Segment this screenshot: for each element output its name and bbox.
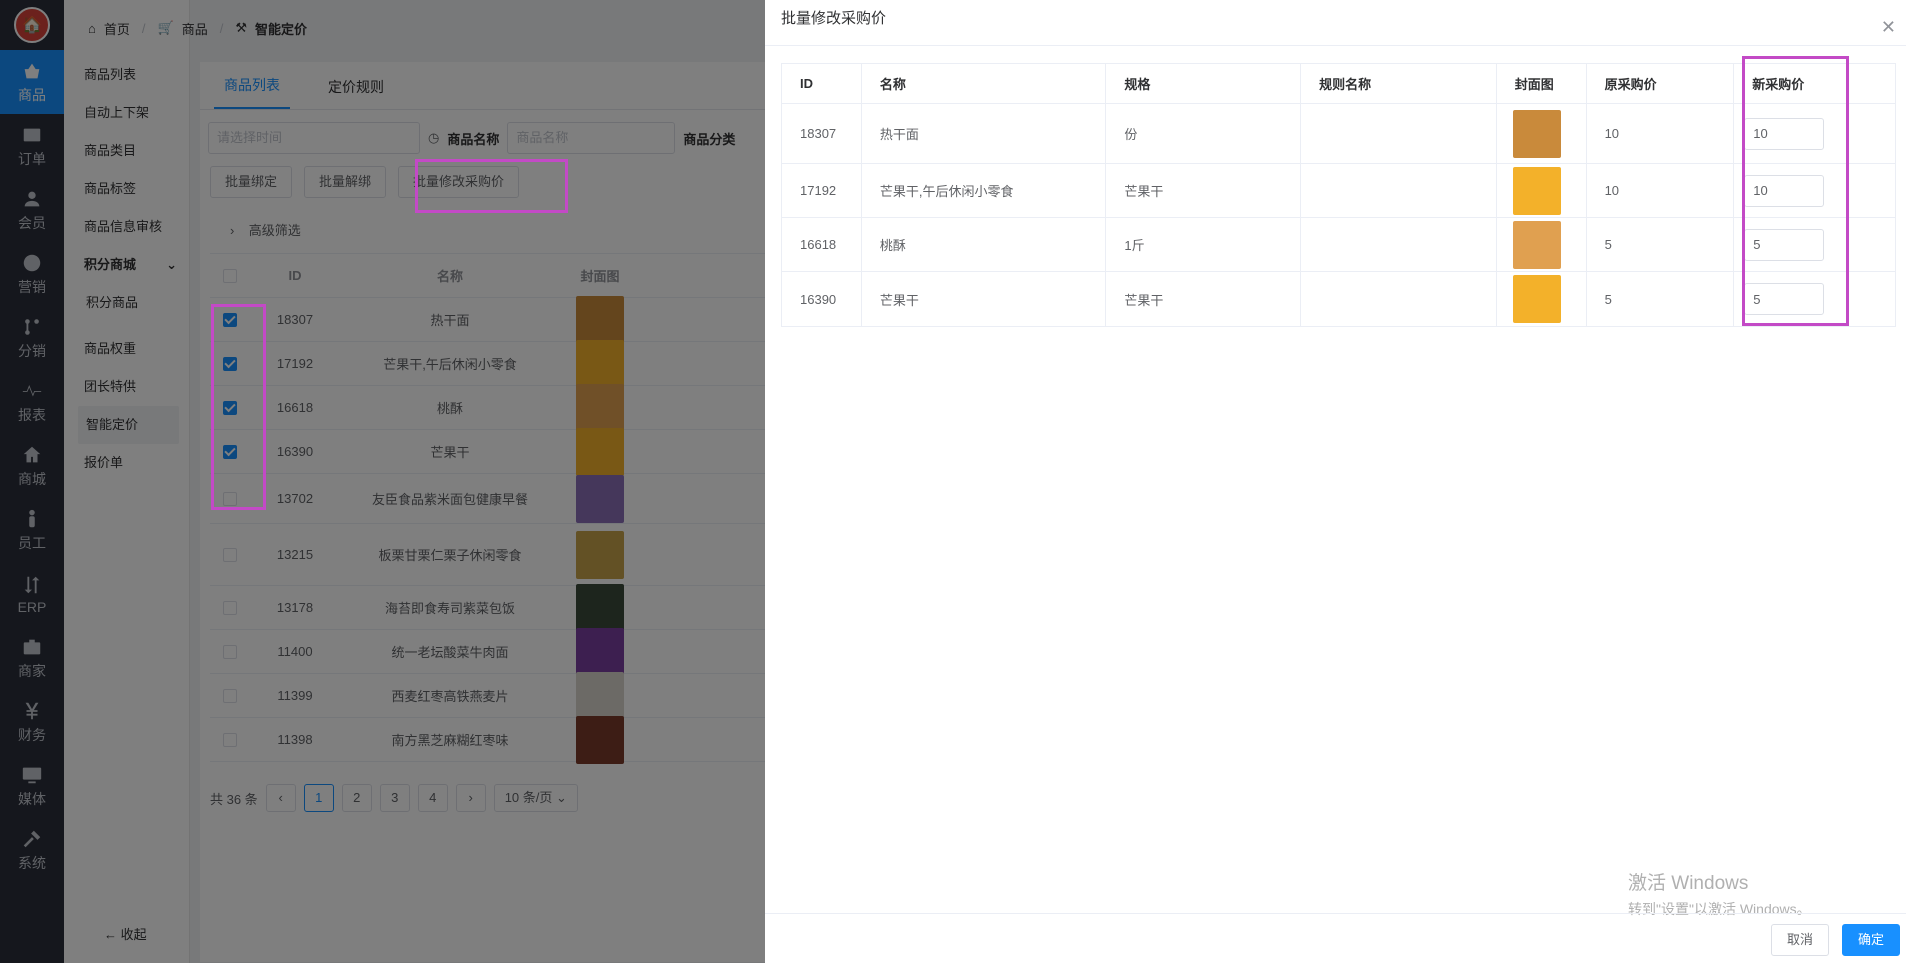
close-icon[interactable]: ✕ xyxy=(1881,8,1896,46)
drawer-title: 批量修改采购价 xyxy=(781,10,887,27)
price-row: 18307 热干面份 10 xyxy=(782,104,1895,164)
row-name: 热干面 xyxy=(862,104,1107,163)
product-thumbnail xyxy=(1512,220,1561,269)
row-id: 16390 xyxy=(782,272,862,326)
row-id: 18307 xyxy=(782,104,862,163)
cancel-button[interactable]: 取消 xyxy=(1771,924,1830,956)
col-cover: 封面图 xyxy=(1497,64,1587,103)
row-spec: 芒果干 xyxy=(1106,272,1302,326)
row-name: 芒果干,午后休闲小零食 xyxy=(862,164,1107,217)
highlight-new-price-column xyxy=(1742,56,1849,326)
product-thumbnail xyxy=(1512,166,1561,215)
row-rule-name xyxy=(1301,218,1497,271)
row-original-price: 10 xyxy=(1587,164,1735,217)
col-name: 名称 xyxy=(862,64,1107,103)
product-thumbnail xyxy=(1512,109,1561,158)
row-spec: 1斤 xyxy=(1106,218,1302,271)
product-thumbnail xyxy=(1512,275,1561,323)
row-id: 17192 xyxy=(782,164,862,217)
col-rule-name: 规则名称 xyxy=(1301,64,1497,103)
price-row: 16618 桃酥 1斤 5 xyxy=(782,218,1895,272)
highlight-batch-edit-button xyxy=(415,159,568,213)
row-rule-name xyxy=(1301,272,1497,326)
row-rule-name xyxy=(1301,104,1497,163)
drawer-footer: 取消 确定 xyxy=(765,913,1906,963)
row-original-price: 10 xyxy=(1587,104,1735,163)
row-original-price: 5 xyxy=(1587,218,1735,271)
confirm-button[interactable]: 确定 xyxy=(1842,924,1901,956)
row-name: 桃酥 xyxy=(862,218,1107,271)
price-row: 16390 芒果干 芒果干 5 xyxy=(782,272,1895,326)
row-spec: 芒果干 xyxy=(1106,164,1302,217)
batch-edit-price-drawer: 批量修改采购价 ✕ ID 名称 规格 规则名称 封面图 原采购价 新采购价 18… xyxy=(765,0,1906,963)
row-id: 16618 xyxy=(782,218,862,271)
highlight-checked-rows xyxy=(211,304,266,510)
row-original-price: 5 xyxy=(1587,272,1735,326)
row-name: 芒果干 xyxy=(862,272,1107,326)
price-row: 17192 芒果干,午后休闲小零食 芒果干 10 xyxy=(782,164,1895,218)
price-table: ID 名称 规格 规则名称 封面图 原采购价 新采购价 18307 热干面份 10 1… xyxy=(781,63,1896,327)
col-spec: 规格 xyxy=(1106,64,1302,103)
col-id: ID xyxy=(782,64,862,103)
col-original-price: 原采购价 xyxy=(1587,64,1735,103)
windows-activation-watermark: 激活 Windows 转到"设置"以激活 Windows。 xyxy=(1628,873,1811,917)
row-rule-name xyxy=(1301,164,1497,217)
row-spec: 份 xyxy=(1106,104,1302,163)
